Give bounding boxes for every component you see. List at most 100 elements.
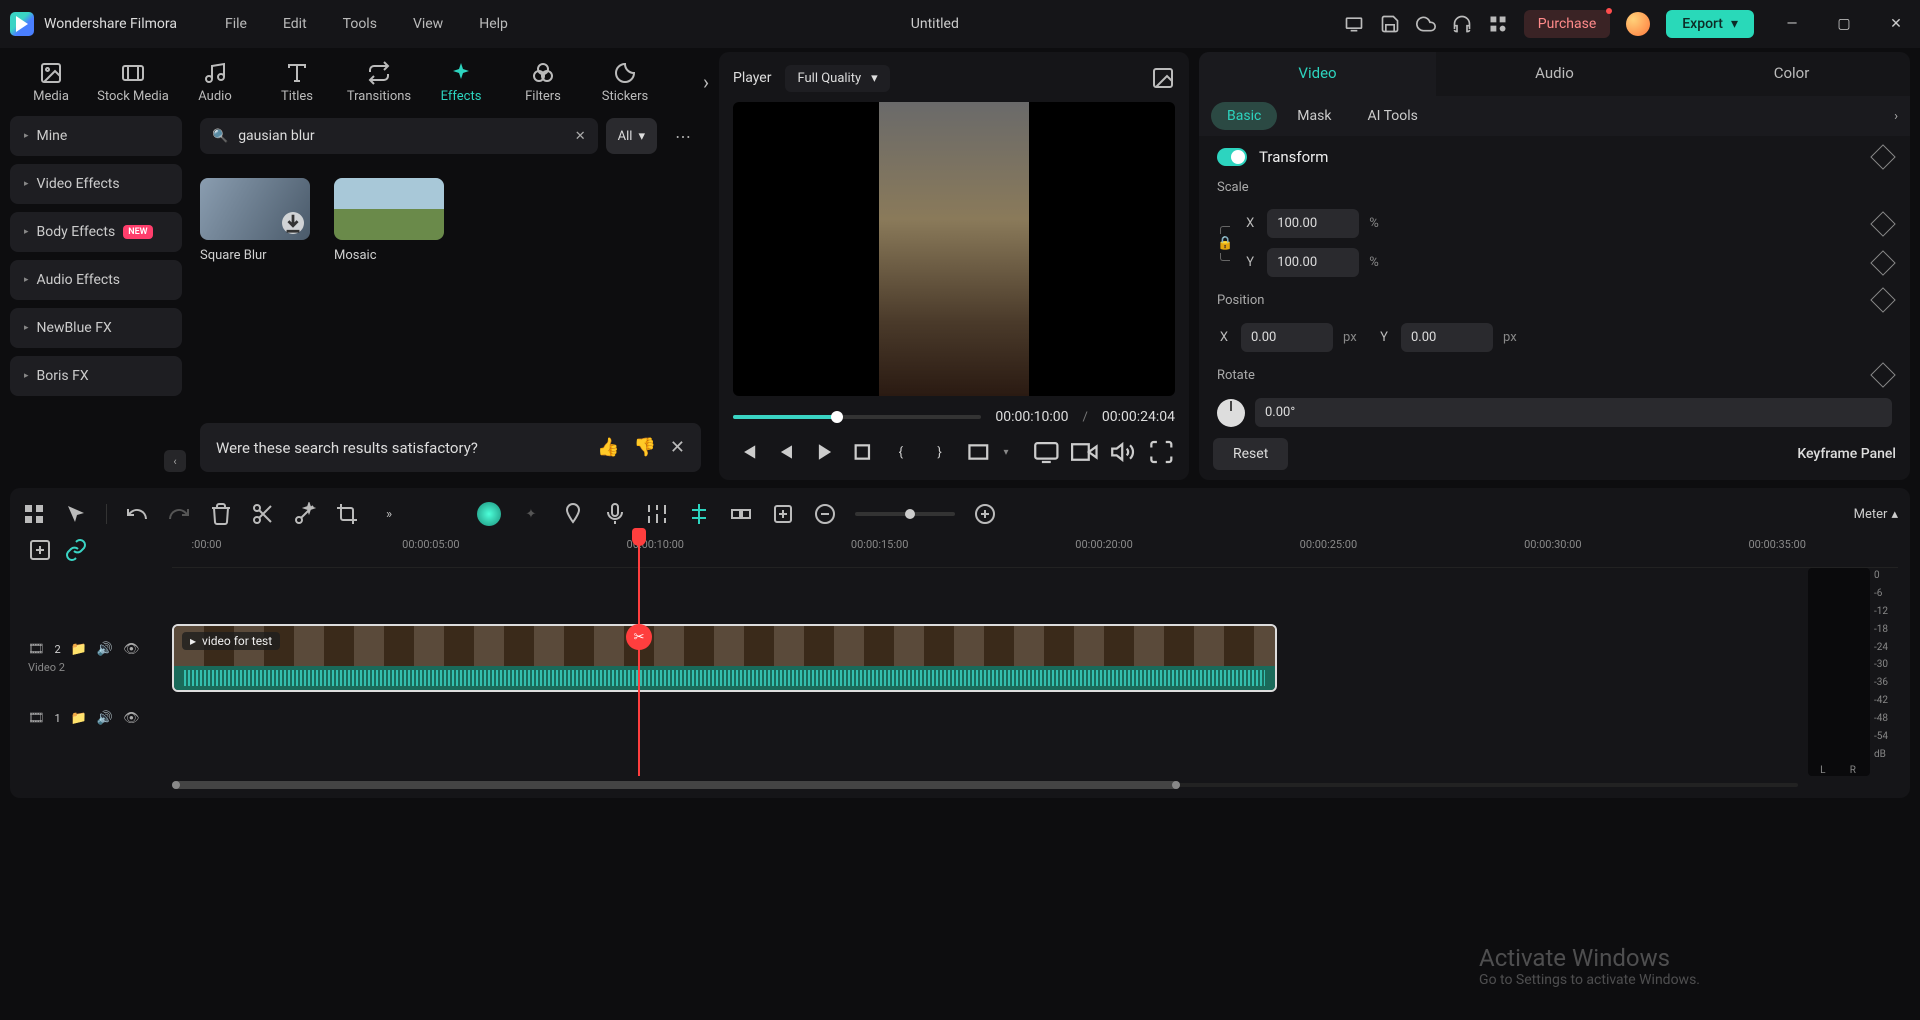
tab-stock-media[interactable]: Stock Media — [92, 61, 174, 104]
tab-audio[interactable]: Audio — [1436, 52, 1673, 96]
pos-x-input[interactable] — [1241, 323, 1333, 352]
scrubber[interactable] — [733, 415, 981, 419]
menu-help[interactable]: Help — [479, 16, 508, 32]
subtab-mask[interactable]: Mask — [1281, 102, 1347, 130]
keyframe-panel-button[interactable]: Keyframe Panel — [1797, 446, 1896, 462]
cursor-icon[interactable] — [64, 502, 88, 526]
chevron-down-icon[interactable]: ▾ — [1003, 447, 1008, 458]
save-icon[interactable] — [1380, 14, 1400, 34]
tab-titles[interactable]: Titles — [256, 61, 338, 104]
close-icon[interactable]: ✕ — [670, 437, 685, 458]
screen-icon[interactable] — [1344, 14, 1364, 34]
tab-color[interactable]: Color — [1673, 52, 1910, 96]
scale-x-input[interactable] — [1267, 209, 1359, 238]
sidebar-item-body-effects[interactable]: ▸Body EffectsNEW — [10, 212, 182, 252]
prev-frame-button[interactable] — [733, 438, 760, 466]
mic-icon[interactable] — [603, 502, 627, 526]
lock-aspect-icon[interactable]: 🔒 — [1217, 226, 1233, 261]
apps-icon[interactable] — [1488, 14, 1508, 34]
menu-file[interactable]: File — [225, 16, 247, 32]
add-marker-icon[interactable] — [771, 502, 795, 526]
subtab-basic[interactable]: Basic — [1211, 102, 1277, 130]
cloud-icon[interactable] — [1416, 14, 1436, 34]
pos-y-input[interactable] — [1401, 323, 1493, 352]
playhead-cut-button[interactable]: ✂ — [626, 624, 652, 650]
position-keyframe[interactable] — [1870, 287, 1895, 312]
window-minimize[interactable]: ― — [1778, 10, 1806, 38]
video-preview[interactable] — [733, 102, 1175, 396]
scale-x-keyframe[interactable] — [1870, 211, 1895, 236]
menu-tools[interactable]: Tools — [343, 16, 377, 32]
camera-icon[interactable] — [1071, 438, 1098, 466]
quality-dropdown[interactable]: Full Quality▾ — [785, 65, 889, 92]
user-avatar[interactable] — [1626, 12, 1650, 36]
marker-icon[interactable] — [561, 502, 585, 526]
scrub-thumb[interactable] — [831, 411, 843, 423]
folder-icon[interactable]: 📁 — [71, 711, 87, 726]
timeline-ruler[interactable]: :00:00 00:00:05:00 00:00:10:00 00:00:15:… — [172, 532, 1898, 568]
transform-keyframe[interactable] — [1870, 144, 1895, 169]
tab-audio[interactable]: Audio — [174, 61, 256, 104]
visibility-icon[interactable]: 👁 — [123, 711, 140, 726]
delete-icon[interactable] — [209, 502, 233, 526]
window-close[interactable]: ✕ — [1882, 10, 1910, 38]
sidebar-item-newblue-fx[interactable]: ▸NewBlue FX — [10, 308, 182, 348]
tabs-scroll-right[interactable]: › — [703, 70, 709, 94]
result-square-blur[interactable]: Square Blur — [200, 178, 310, 263]
thumbs-down-icon[interactable]: 👎 — [633, 437, 655, 458]
transform-toggle[interactable] — [1217, 148, 1247, 166]
sidebar-item-mine[interactable]: ▸Mine — [10, 116, 182, 156]
stop-button[interactable] — [849, 438, 876, 466]
headphones-icon[interactable] — [1452, 14, 1472, 34]
scale-y-input[interactable] — [1267, 248, 1359, 277]
zoom-slider[interactable] — [855, 512, 955, 516]
sidebar-item-audio-effects[interactable]: ▸Audio Effects — [10, 260, 182, 300]
sidebar-item-boris-fx[interactable]: ▸Boris FX — [10, 356, 182, 396]
rotate-input[interactable] — [1255, 398, 1892, 427]
visibility-icon[interactable]: 👁 — [123, 642, 140, 657]
tab-filters[interactable]: Filters — [502, 61, 584, 104]
mute-icon[interactable]: 🔊 — [97, 642, 113, 657]
folder-icon[interactable]: 📁 — [71, 642, 87, 657]
snapshot-icon[interactable] — [1151, 66, 1175, 90]
ratio-dropdown[interactable] — [965, 438, 992, 466]
more-button[interactable]: ⋯ — [665, 118, 701, 154]
filter-dropdown[interactable]: All▾ — [606, 118, 657, 154]
tab-effects[interactable]: Effects — [420, 61, 502, 104]
tab-media[interactable]: Media — [10, 61, 92, 104]
playhead-handle[interactable] — [632, 528, 646, 546]
align-icon[interactable] — [687, 502, 711, 526]
subtab-ai-tools[interactable]: AI Tools — [1351, 102, 1433, 130]
mark-out-button[interactable]: } — [926, 438, 953, 466]
zoom-out-icon[interactable] — [813, 502, 837, 526]
subtabs-scroll-right[interactable]: › — [1894, 109, 1898, 124]
thumbs-up-icon[interactable]: 👍 — [597, 437, 619, 458]
video-clip[interactable]: ▸video for test — [172, 624, 1277, 692]
redo-icon[interactable] — [167, 502, 191, 526]
tab-video[interactable]: Video — [1199, 52, 1436, 96]
tab-stickers[interactable]: Stickers — [584, 61, 666, 104]
cut-icon[interactable] — [251, 502, 275, 526]
mark-in-button[interactable]: { — [888, 438, 915, 466]
result-mosaic[interactable]: Mosaic — [334, 178, 444, 263]
export-button[interactable]: Export▾ — [1666, 10, 1754, 38]
crop-icon[interactable] — [335, 502, 359, 526]
track-add-icon[interactable] — [28, 538, 52, 562]
timeline-hscroll[interactable] — [22, 780, 1898, 790]
volume-icon[interactable] — [1110, 438, 1137, 466]
fullscreen-icon[interactable] — [1148, 438, 1175, 466]
more-tools-icon[interactable]: » — [377, 502, 401, 526]
tab-transitions[interactable]: Transitions — [338, 61, 420, 104]
meter-label[interactable]: Meter▴ — [1854, 507, 1898, 522]
undo-icon[interactable] — [125, 502, 149, 526]
window-maximize[interactable]: ▢ — [1830, 10, 1858, 38]
display-icon[interactable] — [1033, 438, 1060, 466]
scale-y-keyframe[interactable] — [1870, 250, 1895, 275]
sidebar-item-video-effects[interactable]: ▸Video Effects — [10, 164, 182, 204]
clear-search-icon[interactable]: ✕ — [575, 129, 586, 144]
download-icon[interactable] — [282, 212, 304, 234]
rotate-keyframe[interactable] — [1870, 362, 1895, 387]
mixer-icon[interactable] — [645, 502, 669, 526]
purchase-button[interactable]: Purchase — [1524, 10, 1610, 38]
mute-icon[interactable]: 🔊 — [97, 711, 113, 726]
